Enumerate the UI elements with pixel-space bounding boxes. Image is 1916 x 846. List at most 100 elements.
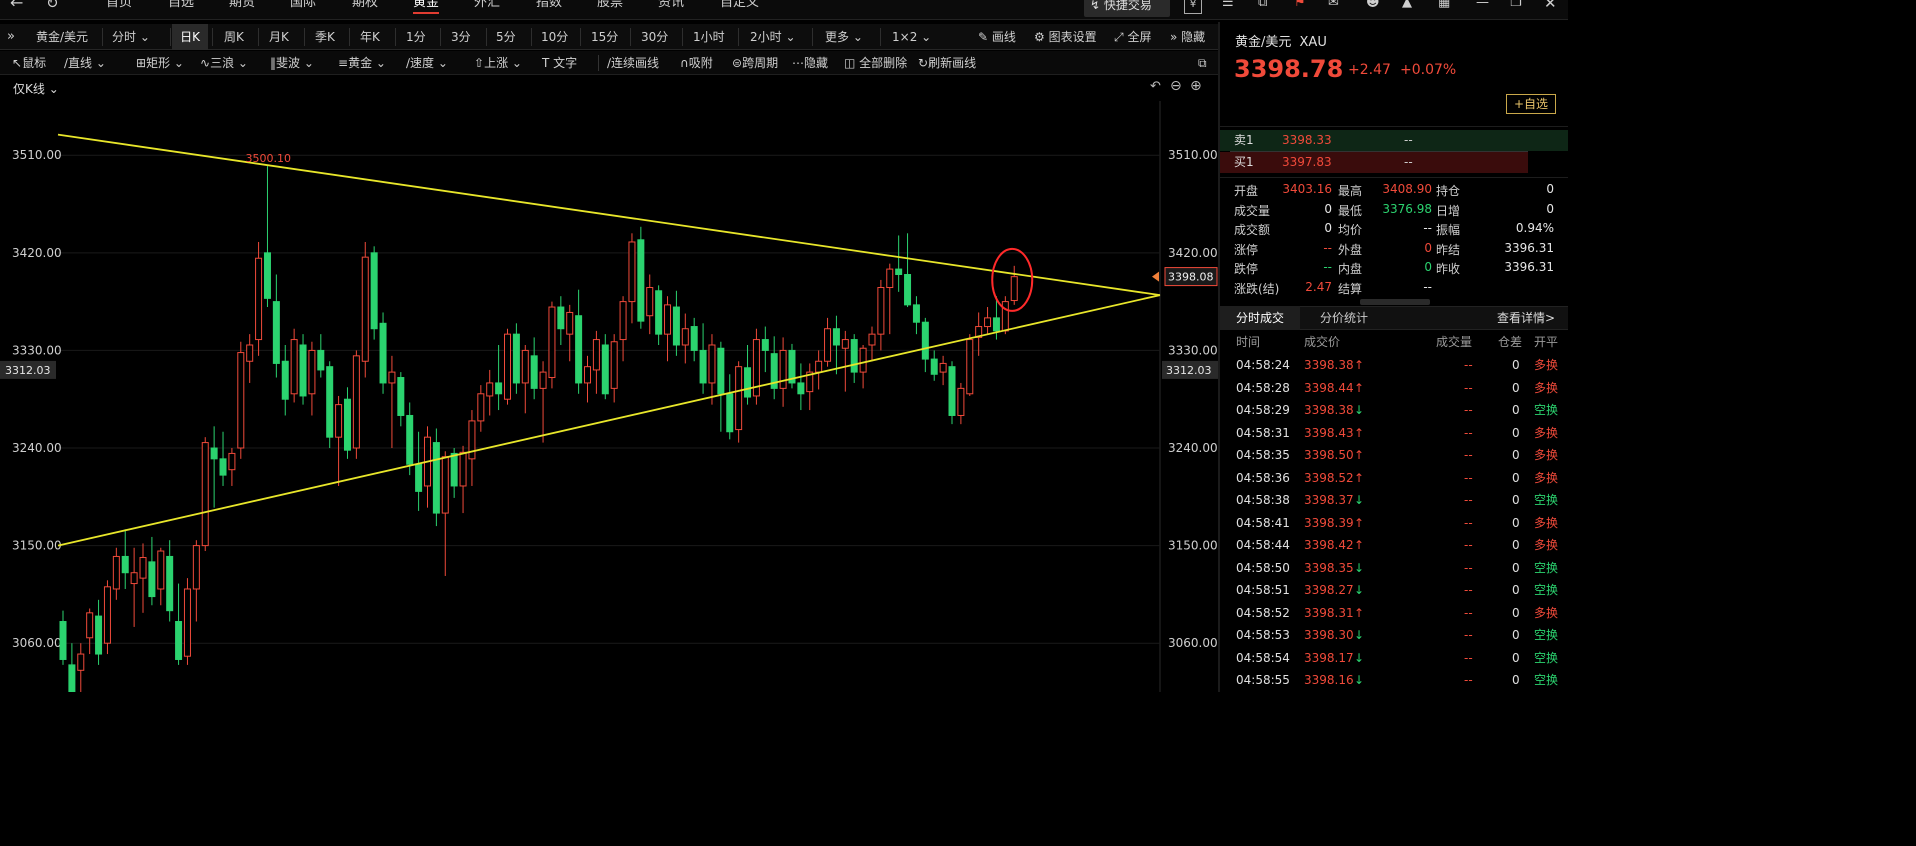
chart-settings-button[interactable]: ⚙ 图表设置 — [1034, 24, 1097, 50]
arrow-down-icon: ↓ — [1354, 673, 1365, 687]
period-quarterly[interactable]: 季K — [315, 24, 335, 50]
candle-down — [912, 304, 920, 323]
share-icon[interactable]: ⧉ — [1258, 0, 1267, 18]
period-3min[interactable]: 3分 — [451, 24, 471, 50]
popout-icon[interactable]: ⧉ — [1198, 51, 1207, 75]
tool-rect-label: 矩形 — [146, 56, 171, 70]
expand-icon[interactable]: » — [7, 24, 15, 50]
stat-value: 3408.90 — [1382, 182, 1432, 196]
tool-mouse[interactable]: ↖鼠标 — [12, 51, 46, 75]
period-more[interactable]: 更多 ⌄ — [825, 24, 863, 50]
user-icon[interactable]: ☻ — [1366, 0, 1380, 18]
layout-select[interactable]: 1×2 ⌄ — [892, 24, 931, 50]
nav-news[interactable]: 资讯 — [658, 0, 684, 18]
trade-type: 空换 — [1534, 560, 1559, 575]
period-1hour[interactable]: 1小时 — [693, 24, 725, 50]
stat-label: 最高 — [1338, 184, 1363, 198]
trade-volume: -- — [1464, 673, 1473, 687]
stat-label: 昨收 — [1436, 262, 1461, 277]
close-icon[interactable]: ✕ — [1544, 0, 1557, 18]
view-details-link[interactable]: 查看详情> — [1497, 306, 1555, 330]
add-watch-button[interactable]: +自选 — [1506, 94, 1556, 114]
period-10min[interactable]: 10分 — [541, 24, 568, 50]
period-timeshare[interactable]: 分时 ⌄ — [112, 24, 150, 50]
nav-custom[interactable]: 自定义 — [720, 0, 759, 18]
chevron-down-icon: ⌄ — [139, 30, 150, 44]
nav-watchlist[interactable]: 自选 — [168, 0, 194, 18]
arrow-up-icon: ↑ — [1354, 425, 1365, 440]
stat-label: 均价 — [1338, 223, 1363, 238]
hide-panel-button[interactable]: » 隐藏 — [1170, 24, 1205, 50]
panel-collapse-handle[interactable] — [1360, 299, 1430, 305]
mail-icon[interactable]: ✉ — [1328, 0, 1339, 18]
draw-button[interactable]: ✎ 画线 — [978, 24, 1016, 50]
candle-up — [841, 339, 849, 349]
trade-type: 空换 — [1534, 673, 1559, 687]
hide-drawings-button[interactable]: ⋯隐藏 — [792, 51, 828, 75]
restore-icon[interactable]: ❐ — [1510, 0, 1522, 18]
period-15min[interactable]: 15分 — [591, 24, 618, 50]
shirt-icon[interactable]: ▲ — [1402, 0, 1412, 18]
candle-up — [130, 572, 138, 585]
kline-chart[interactable]: 仅K线 ⌄ ↶ ⊖ ⊕ 3510.00 3510.00 3420.00 3420.00… — [0, 76, 1218, 692]
tool-rect[interactable]: ⊞矩形 ⌄ — [136, 51, 184, 75]
nav-index[interactable]: 指数 — [536, 0, 562, 18]
nav-forex[interactable]: 外汇 — [474, 0, 500, 18]
candle-up — [681, 328, 689, 346]
period-yearly[interactable]: 年K — [360, 24, 380, 50]
quick-trade-button[interactable]: ↯ 快捷交易 — [1084, 0, 1170, 17]
trade-diff: 0 — [1512, 583, 1520, 597]
candle-up — [939, 362, 947, 373]
candle-up — [388, 371, 396, 384]
tool-wave[interactable]: ∿三浪 ⌄ — [200, 51, 248, 75]
layers-icon[interactable]: ☰ — [1222, 0, 1234, 18]
stat-value: 3403.16 — [1282, 182, 1332, 196]
snap-button[interactable]: ∩吸附 — [680, 51, 713, 75]
nav-gold[interactable]: 黄金 — [413, 0, 440, 18]
period-30min[interactable]: 30分 — [641, 24, 668, 50]
stat-label: 成交量 — [1234, 203, 1271, 218]
tab-price-stats[interactable]: 分价统计 — [1304, 306, 1384, 330]
candle-up — [619, 301, 627, 341]
gold-icon: ≡ — [338, 56, 349, 70]
bell-icon[interactable]: ⚑ — [1294, 0, 1306, 18]
delete-all-button[interactable]: ◫ 全部删除 — [844, 51, 907, 75]
tool-line[interactable]: ∕直线 ⌄ — [64, 51, 106, 75]
stat-label: 涨跌(结) — [1234, 282, 1280, 296]
grid-icon[interactable]: ▦ — [1438, 0, 1450, 18]
candle-up — [984, 317, 992, 328]
nav-options[interactable]: 期权 — [352, 0, 378, 18]
period-5min[interactable]: 5分 — [496, 24, 516, 50]
nav-futures[interactable]: 期货 — [229, 0, 255, 18]
tab-timeshare-trades[interactable]: 分时成交 — [1220, 306, 1300, 330]
fullscreen-button[interactable]: ⤢ 全屏 — [1114, 24, 1151, 50]
tool-up[interactable]: ⇧上涨 ⌄ — [474, 51, 522, 75]
refresh-drawings-button[interactable]: ↻刷新画线 — [918, 51, 976, 75]
refresh-icon[interactable]: ↻ — [46, 0, 59, 18]
period-2hour[interactable]: 2小时 ⌄ — [750, 24, 796, 50]
trade-price: 3398.42 — [1304, 538, 1354, 552]
tab-timeshare-trades-label: 分时成交 — [1235, 311, 1284, 325]
tool-text[interactable]: T 文字 — [542, 51, 577, 75]
period-1min[interactable]: 1分 — [406, 24, 426, 50]
back-icon[interactable]: ← — [10, 0, 23, 18]
tool-fib[interactable]: ‖斐波 ⌄ — [270, 51, 314, 75]
refresh-icon: ↻ — [918, 56, 929, 70]
continuous-draw-button[interactable]: ∕连续画线 — [607, 51, 659, 75]
trade-price: 3398.37 — [1304, 493, 1354, 507]
nav-stocks[interactable]: 股票 — [597, 0, 623, 18]
cross-period-button[interactable]: ⊜跨周期 — [732, 51, 778, 75]
nav-home[interactable]: 首页 — [106, 0, 132, 18]
nav-international[interactable]: 国际 — [290, 0, 316, 18]
tool-gold[interactable]: ≡黄金 ⌄ — [338, 51, 386, 75]
chevron-down-icon: ⌄ — [237, 56, 248, 70]
period-daily[interactable]: 日K — [172, 24, 208, 50]
candle-up — [308, 349, 316, 395]
calendar-icon[interactable]: ¥ — [1184, 0, 1202, 14]
trade-volume: -- — [1464, 380, 1473, 395]
tool-speed[interactable]: ∕速度 ⌄ — [406, 51, 448, 75]
minimize-icon[interactable]: — — [1476, 0, 1489, 18]
period-weekly[interactable]: 周K — [224, 24, 244, 50]
symbol-label[interactable]: 黄金/美元 — [36, 24, 88, 50]
period-monthly[interactable]: 月K — [269, 24, 289, 50]
